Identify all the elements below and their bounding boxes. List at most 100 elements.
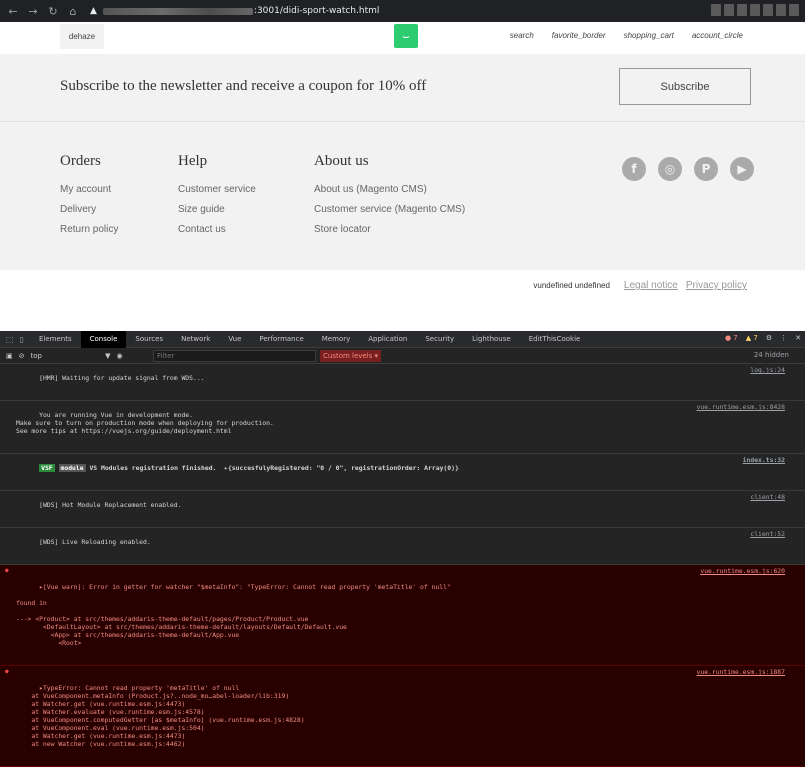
module-badge: module	[58, 464, 86, 472]
pinterest-icon[interactable]: P	[694, 157, 718, 181]
eye-icon[interactable]: ◉	[117, 352, 123, 360]
devtools-panel: ⬚ ▯ Elements Console Sources Network Vue…	[0, 330, 805, 767]
message-text[interactable]: VS Modules registration finished. ▸{succ…	[86, 464, 458, 472]
instagram-icon[interactable]: ◎	[658, 157, 682, 181]
address-bar[interactable]: ▲ :3001/didi-sport-watch.html	[90, 3, 610, 19]
forward-icon[interactable]: →	[26, 4, 40, 18]
console-error: ● ▸[Vue warn]: Error in getter for watch…	[0, 565, 805, 666]
extension-icon[interactable]	[711, 4, 721, 16]
message-text: [HMR] Waiting for update signal from WDS…	[39, 374, 205, 382]
source-link[interactable]: index.ts:32	[743, 456, 785, 464]
footer-link[interactable]: Customer service (Magento CMS)	[314, 204, 465, 215]
inspect-icon[interactable]: ⬚	[6, 335, 14, 344]
reload-icon[interactable]: ↻	[46, 4, 60, 18]
extension-icon[interactable]	[737, 4, 747, 16]
privacy-policy-link[interactable]: Privacy policy	[686, 280, 747, 291]
extension-icon[interactable]	[776, 4, 786, 16]
more-icon[interactable]: ⋮	[780, 334, 787, 342]
menu-button[interactable]: dehaze	[60, 24, 104, 49]
footer-link[interactable]: Delivery	[60, 204, 118, 215]
not-secure-icon[interactable]: ▲	[90, 6, 97, 16]
home-icon[interactable]: ⌂	[66, 4, 80, 18]
chevron-down-icon: ▼	[105, 351, 111, 360]
footer-link[interactable]: Store locator	[314, 224, 465, 235]
tab-memory[interactable]: Memory	[313, 331, 359, 348]
device-toggle-icon[interactable]: ▯	[20, 335, 24, 344]
message-text[interactable]: ▸[Vue warn]: Error in getter for watcher…	[16, 583, 451, 647]
cart-icon[interactable]: shopping_cart	[624, 31, 674, 40]
footer-link[interactable]: About us (Magento CMS)	[314, 184, 465, 195]
url-text: :3001/didi-sport-watch.html	[253, 6, 380, 16]
header-actions: search favorite_border shopping_cart acc…	[510, 31, 743, 40]
legal-notice-link[interactable]: Legal notice	[624, 280, 678, 291]
tab-network[interactable]: Network	[172, 331, 219, 348]
bottom-bar: vundefined undefined Legal notice Privac…	[0, 270, 805, 330]
console-message: [WDS] Live Reloading enabled. client:52	[0, 528, 805, 565]
site-header: dehaze ⌣ search favorite_border shopping…	[0, 22, 805, 54]
tab-sources[interactable]: Sources	[126, 331, 172, 348]
logo-icon[interactable]: ⌣	[394, 24, 418, 48]
tab-vue[interactable]: Vue	[219, 331, 250, 348]
browser-toolbar: ← → ↻ ⌂ ▲ :3001/didi-sport-watch.html	[0, 0, 805, 22]
extension-icon[interactable]	[724, 4, 734, 16]
tab-editthiscookie[interactable]: EditThisCookie	[520, 331, 590, 348]
newsletter-text: Subscribe to the newsletter and receive …	[60, 78, 427, 94]
source-link[interactable]: vue.runtime.esm.js:8428	[697, 403, 786, 411]
footer-link[interactable]: My account	[60, 184, 118, 195]
console-message: VSF module VS Modules registration finis…	[0, 454, 805, 491]
facebook-icon[interactable]: f	[622, 157, 646, 181]
footer-link[interactable]: Return policy	[60, 224, 118, 235]
context-value: top	[30, 351, 42, 360]
tab-application[interactable]: Application	[359, 331, 416, 348]
tab-security[interactable]: Security	[416, 331, 463, 348]
message-text: You are running Vue in development mode.…	[16, 411, 274, 435]
footer-link[interactable]: Contact us	[178, 224, 256, 235]
levels-dropdown[interactable]: Custom levels ▾	[320, 350, 382, 362]
footer-link[interactable]: Size guide	[178, 204, 256, 215]
error-count: 7	[733, 334, 738, 342]
source-link[interactable]: log.js:24	[750, 366, 785, 374]
wishlist-icon[interactable]: favorite_border	[552, 31, 606, 40]
tab-performance[interactable]: Performance	[250, 331, 312, 348]
redacted-host	[102, 7, 253, 15]
social-links: f ◎ P ▶	[622, 157, 754, 181]
search-icon[interactable]: search	[510, 31, 534, 40]
context-select[interactable]: top ▼	[31, 352, 111, 360]
hidden-count: 24 hidden	[753, 351, 789, 359]
console-output: [HMR] Waiting for update signal from WDS…	[0, 364, 805, 767]
subscribe-button[interactable]: Subscribe	[619, 68, 751, 105]
error-counter[interactable]: ● 7	[725, 334, 738, 342]
footer-heading: Help	[178, 153, 208, 169]
settings-icon[interactable]: ⚙	[766, 334, 772, 342]
youtube-icon[interactable]: ▶	[730, 157, 754, 181]
source-link[interactable]: vue.runtime.esm.js:1887	[697, 668, 786, 676]
footer-column-orders: Orders My account Delivery Return policy	[60, 153, 118, 244]
clear-console-icon[interactable]: ⊘	[19, 352, 25, 360]
tab-elements[interactable]: Elements	[30, 331, 81, 348]
sidebar-toggle-icon[interactable]: ▣	[6, 352, 13, 360]
message-text: [WDS] Live Reloading enabled.	[39, 538, 151, 546]
close-icon[interactable]: ✕	[795, 334, 801, 342]
source-link[interactable]: vue.runtime.esm.js:620	[700, 567, 785, 575]
vsf-badge: VSF	[39, 464, 55, 472]
footer: Orders My account Delivery Return policy…	[0, 122, 805, 270]
console-message: You are running Vue in development mode.…	[0, 401, 805, 454]
console-message: [HMR] Waiting for update signal from WDS…	[0, 364, 805, 401]
message-text[interactable]: ▸TypeError: Cannot read property 'metaTi…	[16, 684, 304, 748]
console-toolbar: ▣ ⊘ top ▼ ◉ Filter Custom levels ▾ 24 hi…	[0, 348, 805, 364]
message-text: [WDS] Hot Module Replacement enabled.	[39, 501, 182, 509]
warning-counter[interactable]: ▲ 7	[746, 334, 758, 342]
source-link[interactable]: client:48	[750, 493, 785, 501]
tab-lighthouse[interactable]: Lighthouse	[463, 331, 520, 348]
extension-icon[interactable]	[763, 4, 773, 16]
filter-input[interactable]: Filter	[153, 350, 316, 362]
footer-heading: Orders	[60, 153, 101, 169]
account-icon[interactable]: account_circle	[692, 31, 743, 40]
footer-link[interactable]: Customer service	[178, 184, 256, 195]
extension-icon[interactable]	[750, 4, 760, 16]
back-icon[interactable]: ←	[6, 4, 20, 18]
tab-console[interactable]: Console	[80, 330, 127, 348]
extension-icon[interactable]	[789, 4, 799, 16]
footer-column-help: Help Customer service Size guide Contact…	[178, 153, 256, 244]
source-link[interactable]: client:52	[750, 530, 785, 538]
